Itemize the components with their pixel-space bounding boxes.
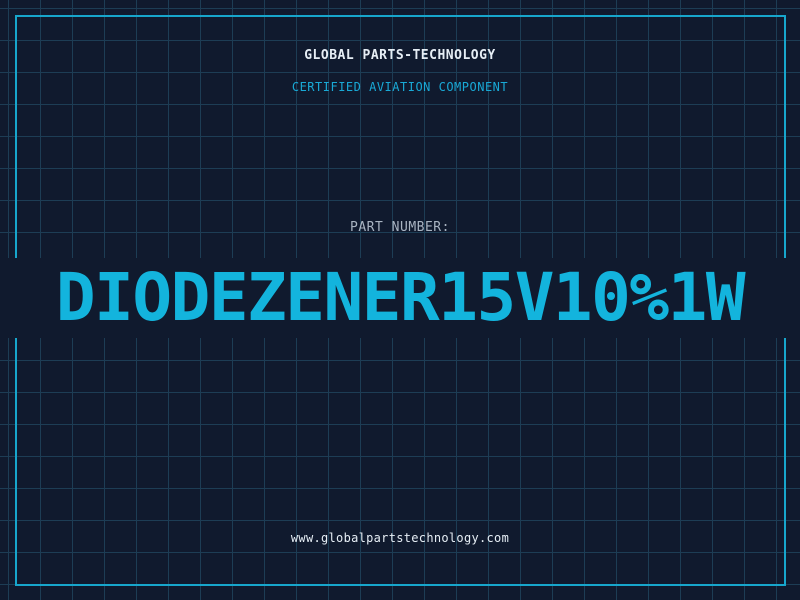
part-label-card: GLOBAL PARTS-TECHNOLOGY CERTIFIED AVIATI…	[0, 0, 800, 600]
website-link[interactable]: www.globalpartstechnology.com	[0, 531, 800, 545]
certification-tagline: CERTIFIED AVIATION COMPONENT	[291, 80, 509, 94]
company-name: GLOBAL PARTS-TECHNOLOGY	[304, 48, 496, 63]
part-number-value: DIODEZENER15V10%1W	[55, 259, 746, 336]
part-number-label: PART NUMBER:	[350, 220, 450, 235]
